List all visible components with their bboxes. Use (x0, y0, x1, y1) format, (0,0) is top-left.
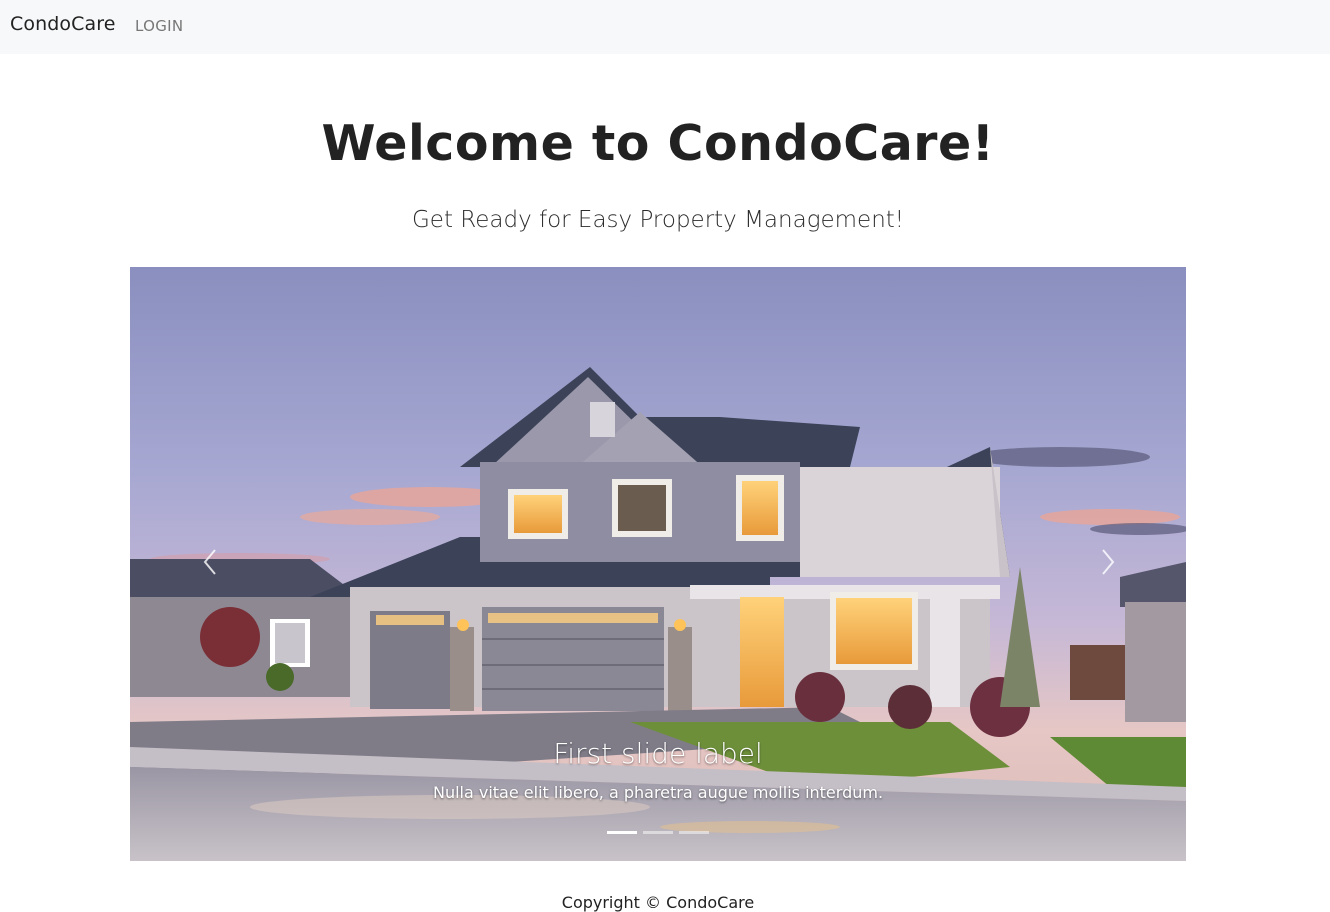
page-title: Welcome to CondoCare! (321, 115, 995, 172)
footer-copyright: Copyright © CondoCare (561, 893, 755, 912)
carousel-indicator-2[interactable] (643, 831, 673, 834)
carousel-indicator-3[interactable] (679, 831, 709, 834)
carousel-indicator-1[interactable] (607, 831, 637, 834)
image-carousel: First slide label Nulla vitae elit liber… (130, 267, 1186, 861)
carousel-next-button[interactable] (1092, 547, 1122, 577)
page-subtitle: Get Ready for Easy Property Management! (411, 207, 905, 233)
slide-caption-title: First slide label (553, 737, 763, 770)
chevron-left-icon (203, 549, 216, 575)
slide-caption-text: Nulla vitae elit libero, a pharetra augu… (432, 783, 884, 802)
navbar: CondoCare LOGIN (0, 0, 1330, 54)
carousel-slide-image (130, 267, 1186, 861)
brand-link[interactable]: CondoCare (10, 13, 116, 35)
login-link[interactable]: LOGIN (135, 17, 183, 35)
carousel-indicators (607, 831, 709, 834)
carousel-prev-button[interactable] (196, 547, 226, 577)
chevron-right-icon (1102, 549, 1115, 575)
